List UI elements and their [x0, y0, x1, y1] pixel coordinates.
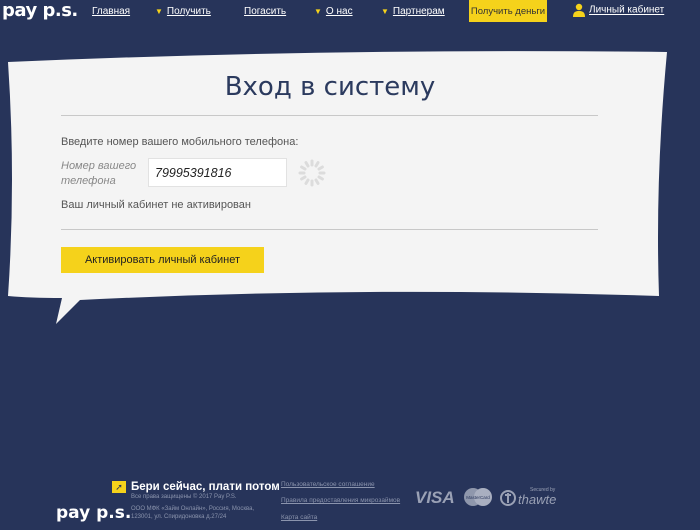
arrow-icon: ➚	[112, 481, 126, 493]
phone-prompt: Введите номер вашего мобильного телефона…	[61, 136, 299, 148]
activation-status: Ваш личный кабинет не активирован	[61, 199, 251, 211]
mastercard-logo: MasterCard	[464, 488, 492, 506]
loan-rules-link[interactable]: Правила предоставления микрозаймов	[281, 497, 400, 504]
company-address-line2: 123001, ул. Спиридоновка д.27/24	[131, 514, 227, 520]
user-agreement-link[interactable]: Пользовательское соглашение	[281, 481, 375, 488]
divider	[61, 115, 598, 116]
copyright-text: Все права защищены © 2017 Pay P.S.	[131, 494, 237, 500]
divider	[61, 229, 598, 230]
thawte-label: thawte	[518, 492, 556, 507]
spinner-icon	[298, 159, 326, 187]
mastercard-label: MasterCard	[466, 495, 490, 500]
page-title: Вход в систему	[224, 72, 436, 102]
visa-logo: VISA	[415, 488, 455, 507]
footer-slogan: ➚ Бери сейчас, плати потом	[112, 481, 280, 493]
company-address: ООО МФК «Займ Онлайн», Россия, Москва,	[131, 506, 255, 512]
activate-cabinet-button[interactable]: Активировать личный кабинет	[61, 247, 264, 273]
thawte-logo: Secured by thawte	[500, 487, 556, 507]
footer-logo[interactable]: pay p.s.	[56, 503, 131, 523]
phone-field-label: Номер вашего телефона	[61, 160, 137, 187]
phone-input[interactable]	[148, 158, 287, 187]
sitemap-link[interactable]: Карта сайта	[281, 514, 317, 521]
